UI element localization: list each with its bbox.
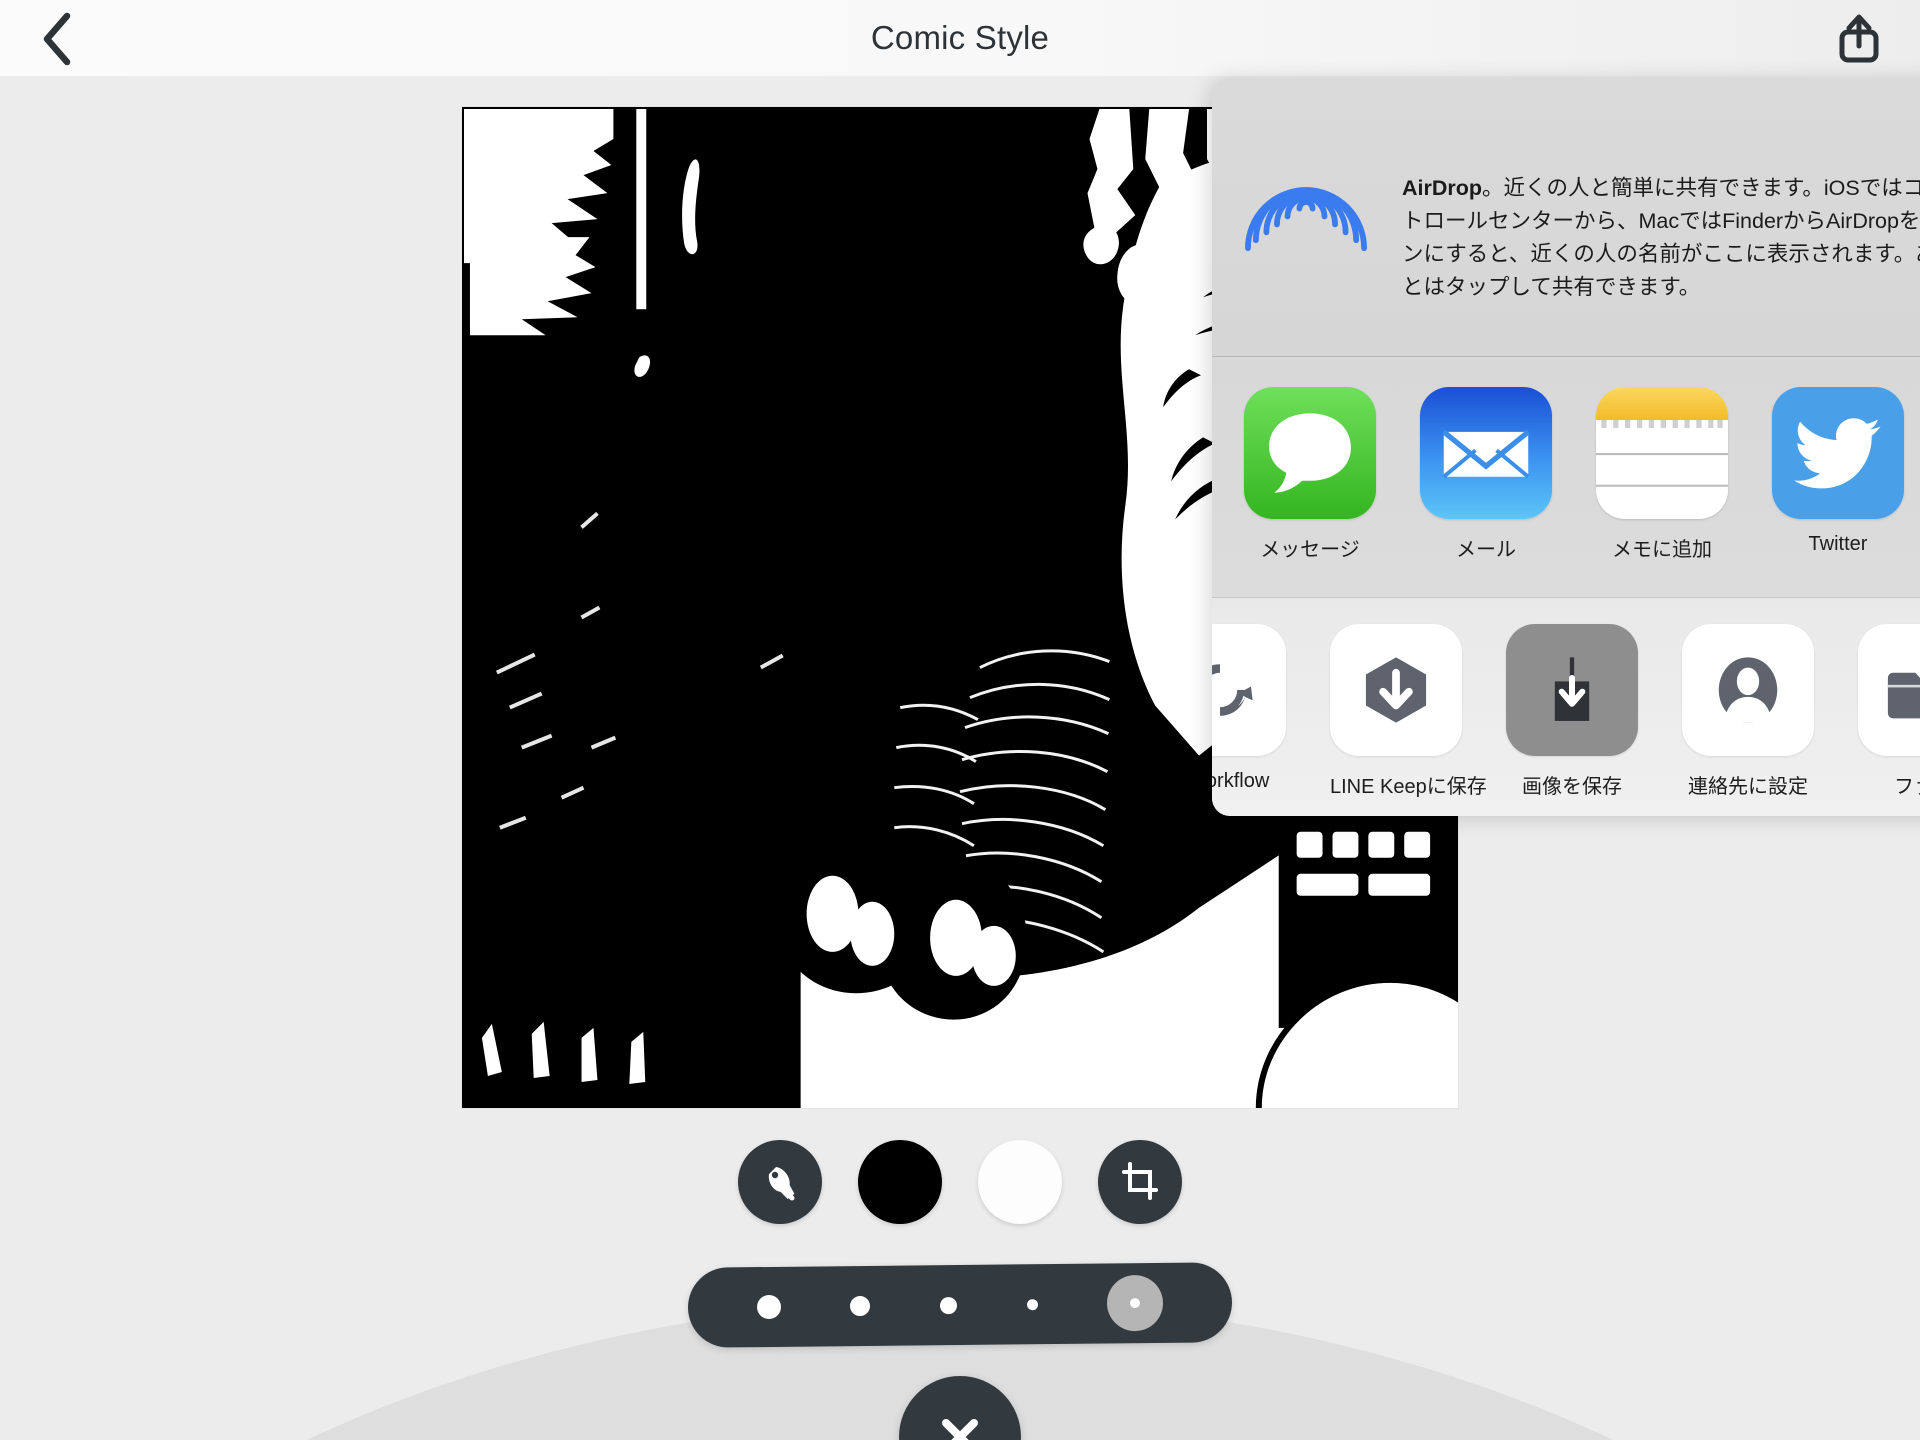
folder-icon <box>1858 624 1920 756</box>
crop-tool-button[interactable] <box>1098 1140 1182 1224</box>
share-action-save-image[interactable]: 画像を保存 <box>1506 624 1638 799</box>
share-actions-row: n Workflow LINE Keepに保存 <box>1212 598 1920 816</box>
share-action-label: 画像を保存 <box>1522 776 1622 798</box>
airdrop-title: AirDrop <box>1402 176 1483 200</box>
airdrop-section[interactable]: AirDrop。近くの人と簡単に共有できます。iOSではコントロールセンターから… <box>1212 78 1920 356</box>
tool-bar <box>0 1140 1920 1224</box>
brush-size-selector[interactable] <box>687 1262 1233 1348</box>
share-action-workflow[interactable]: n Workflow <box>1212 624 1286 793</box>
brush-size-dot-inner <box>1130 1298 1141 1309</box>
share-action-line-keep[interactable]: LINE Keepに保存 <box>1330 624 1487 799</box>
share-apps-row: メッセージ メール メモに追加 Twitter <box>1212 357 1920 597</box>
share-app-mail[interactable]: メール <box>1420 387 1552 562</box>
airdrop-icon <box>1245 187 1367 258</box>
share-action-set-contact[interactable]: 連絡先に設定 <box>1682 624 1814 799</box>
twitter-icon <box>1772 387 1904 519</box>
brush-size-dot[interactable] <box>756 1294 781 1320</box>
share-app-label: メール <box>1456 539 1516 561</box>
share-app-label: メッセージ <box>1260 539 1360 561</box>
share-action-label: LINE Keepに保存 <box>1330 776 1487 798</box>
share-sheet: AirDrop。近くの人と簡単に共有できます。iOSではコントロールセンターから… <box>1212 78 1920 816</box>
share-app-messages[interactable]: メッセージ <box>1244 387 1376 562</box>
share-app-twitter[interactable]: Twitter <box>1772 387 1904 556</box>
workflow-refresh-icon <box>1212 624 1286 756</box>
notes-icon <box>1596 387 1728 519</box>
airdrop-description: AirDrop。近くの人と簡単に共有できます。iOSではコントロールセンターから… <box>1402 124 1920 304</box>
share-icon <box>1839 14 1879 63</box>
share-app-label: メモに追加 <box>1612 539 1712 561</box>
brush-size-dot[interactable] <box>1026 1298 1038 1310</box>
messages-icon <box>1244 387 1376 519</box>
top-toolbar: Comic Style <box>0 0 1920 76</box>
close-x-icon <box>942 1419 978 1440</box>
save-image-icon <box>1506 624 1638 756</box>
contact-person-icon <box>1682 624 1814 756</box>
color-swatch-black-button[interactable] <box>858 1140 942 1224</box>
share-app-label: Twitter <box>1808 533 1868 555</box>
line-keep-download-icon <box>1330 624 1462 756</box>
crop-icon <box>1122 1162 1158 1200</box>
share-app-notes[interactable]: メモに追加 <box>1596 387 1728 562</box>
share-action-label: ファイ <box>1894 776 1920 798</box>
share-action-save-to-files[interactable]: ファイ <box>1858 624 1920 799</box>
share-action-label: 連絡先に設定 <box>1688 776 1808 798</box>
pen-nib-icon <box>768 1167 795 1201</box>
mail-icon <box>1420 387 1552 519</box>
brush-size-dot[interactable] <box>850 1295 871 1317</box>
color-swatch-white-button[interactable] <box>978 1140 1062 1224</box>
share-action-label: n Workflow <box>1212 770 1270 792</box>
pen-tool-button[interactable] <box>738 1140 822 1224</box>
app-root: Comic Style AirDrop。近くの人と簡単に共有できます。iOSでは… <box>0 0 1920 1440</box>
page-title: Comic Style <box>870 19 1050 56</box>
brush-size-dot-selected[interactable] <box>1106 1274 1164 1332</box>
brush-size-dot[interactable] <box>939 1296 958 1314</box>
share-button[interactable] <box>1826 6 1892 72</box>
